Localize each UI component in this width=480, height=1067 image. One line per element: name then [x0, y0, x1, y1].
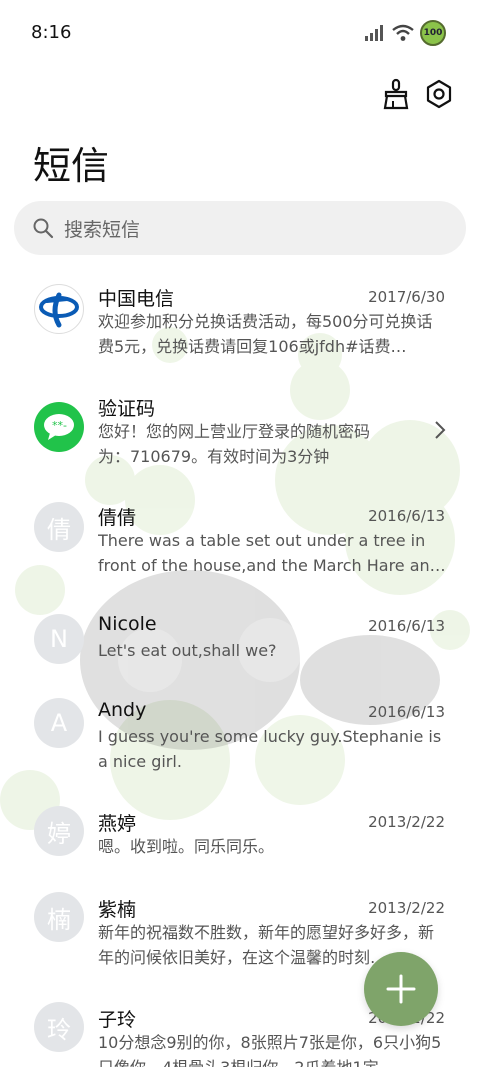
- message-preview: I guess you're some lucky guy.Stephanie …: [98, 727, 442, 771]
- compose-button[interactable]: [364, 952, 438, 1026]
- message-preview: 10分想念9别的你，8张照片7张是你，6只小狗5只像你，4根骨头3根归你，2爪着…: [98, 1033, 442, 1067]
- avatar: N: [34, 614, 84, 664]
- chevron-right-icon[interactable]: [434, 420, 446, 440]
- status-bar: 8:16 100: [0, 0, 480, 68]
- message-preview: 您好！您的网上营业厅登录的随机密码为：710679。有效时间为3分钟: [98, 422, 371, 466]
- avatar: 倩: [34, 502, 84, 552]
- clean-brush-icon[interactable]: [381, 78, 411, 110]
- status-time: 8:16: [31, 22, 72, 43]
- list-item[interactable]: 中国电信 2017/6/30 欢迎参加积分兑换话费活动，每500分可兑换话费5元…: [0, 268, 480, 378]
- message-preview: 嗯。收到啦。同乐同乐。: [98, 837, 275, 856]
- contact-name: 燕婷: [98, 813, 137, 835]
- contact-name: Andy: [98, 699, 147, 721]
- avatar: 楠: [34, 892, 84, 942]
- message-date: 2013/2/22: [368, 813, 445, 831]
- plus-icon: [386, 974, 416, 1004]
- status-icons: 100: [364, 20, 446, 46]
- message-bubble-icon: **-: [34, 402, 84, 452]
- list-item[interactable]: 倩 倩倩 2016/6/13 There was a table set out…: [0, 488, 480, 598]
- message-preview: Let's eat out,shall we?: [98, 641, 277, 660]
- avatar: A: [34, 698, 84, 748]
- contact-name: 子玲: [98, 1009, 137, 1031]
- message-date: 2016/6/13: [368, 617, 445, 635]
- search-icon: [33, 218, 54, 239]
- message-date: 2016/6/13: [368, 703, 445, 721]
- china-telecom-logo-icon: [34, 284, 84, 334]
- wifi-icon: [392, 24, 414, 41]
- list-item[interactable]: A Andy 2016/6/13 I guess you're some luc…: [0, 684, 480, 794]
- settings-icon[interactable]: [424, 78, 454, 110]
- message-preview: There was a table set out under a tree i…: [98, 531, 446, 575]
- search-placeholder: 搜索短信: [64, 218, 141, 241]
- message-preview: 欢迎参加积分兑换话费活动，每500分可兑换话费5元，兑换话费请回复106或jfd…: [98, 312, 433, 356]
- avatar: 婷: [34, 806, 84, 856]
- list-item[interactable]: **- 验证码 您好！您的网上营业厅登录的随机密码为：710679。有效时间为3…: [0, 378, 480, 488]
- contact-name: Nicole: [98, 613, 157, 635]
- search-input[interactable]: 搜索短信: [14, 201, 466, 255]
- message-date: 2016/6/13: [368, 507, 445, 525]
- signal-icon: [365, 25, 383, 41]
- list-item[interactable]: N Nicole 2016/6/13 Let's eat out,shall w…: [0, 598, 480, 684]
- contact-name: 验证码: [98, 398, 156, 420]
- battery-icon: 100: [420, 20, 446, 46]
- contact-name: 中国电信: [98, 288, 175, 310]
- message-date: 2013/2/22: [368, 899, 445, 917]
- avatar: 玲: [34, 1002, 84, 1052]
- message-date: 2017/6/30: [368, 288, 445, 306]
- contact-name: 紫楠: [98, 899, 137, 921]
- page-title: 短信: [33, 144, 110, 188]
- list-item[interactable]: 婷 燕婷 2013/2/22 嗯。收到啦。同乐同乐。: [0, 794, 480, 880]
- svg-text:**-: **-: [52, 419, 67, 432]
- contact-name: 倩倩: [98, 507, 137, 529]
